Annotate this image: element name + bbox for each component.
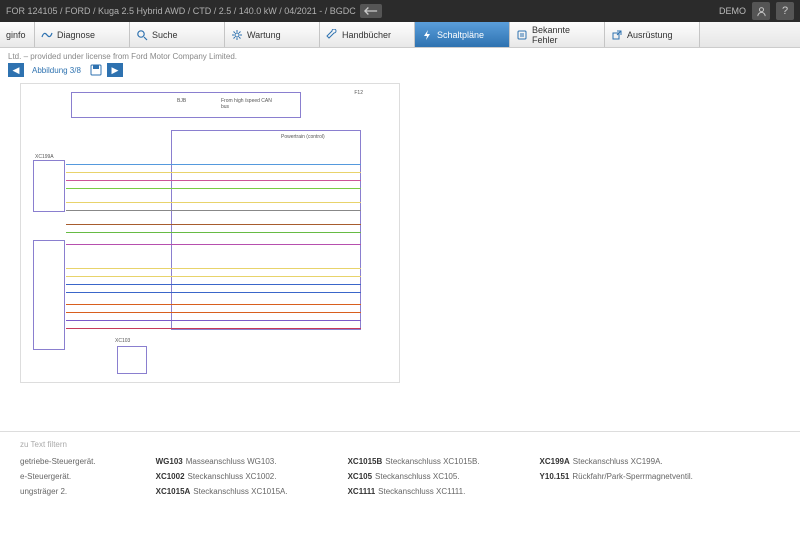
wire bbox=[66, 202, 361, 203]
pager-label: Abbildung 3/8 bbox=[28, 66, 85, 75]
top-bar: FOR 124105 / FORD / Kuga 2.5 Hybrid AWD … bbox=[0, 0, 800, 22]
breadcrumb-text: FOR 124105 / FORD / Kuga 2.5 Hybrid AWD … bbox=[6, 6, 356, 16]
wire bbox=[66, 328, 361, 329]
wire bbox=[66, 312, 361, 313]
back-arrow-icon bbox=[364, 6, 378, 16]
external-icon bbox=[611, 29, 623, 41]
legend-item: Y10.151Rückfahr/Park-Sperrmagnetventil. bbox=[540, 472, 693, 481]
tab-label: Wartung bbox=[247, 30, 281, 40]
tab-schaltplaene[interactable]: Schaltpläne bbox=[415, 22, 510, 47]
wire bbox=[66, 232, 361, 233]
tab-diagnose[interactable]: Diagnose bbox=[35, 22, 130, 47]
tab-label: Schaltpläne bbox=[437, 30, 484, 40]
tab-label: Handbücher bbox=[342, 30, 391, 40]
save-icon bbox=[90, 64, 102, 76]
wire bbox=[66, 172, 361, 173]
breadcrumb-back-button[interactable] bbox=[360, 4, 382, 18]
legend-section: zu Text filtern getriebe-Steuergerät. e-… bbox=[0, 431, 800, 504]
xc199a-label: XC199A bbox=[35, 154, 54, 160]
diagnose-icon bbox=[41, 29, 53, 41]
wiring-diagram[interactable]: BJB F12 From high /speed CAN bus Powertr… bbox=[20, 83, 400, 383]
left-connector-box bbox=[33, 160, 65, 212]
gear-icon bbox=[231, 29, 243, 41]
filter-input[interactable]: zu Text filtern bbox=[20, 440, 780, 449]
legend-col: getriebe-Steuergerät. e-Steuergerät. ung… bbox=[20, 457, 96, 496]
wire bbox=[66, 180, 361, 181]
bjb-label: BJB bbox=[177, 98, 186, 104]
wire bbox=[66, 164, 361, 165]
wire bbox=[66, 268, 361, 269]
user-button[interactable] bbox=[752, 2, 770, 20]
book-icon bbox=[516, 29, 528, 41]
wire bbox=[66, 244, 361, 245]
wire bbox=[66, 320, 361, 321]
tab-label: Bekannte Fehler bbox=[532, 25, 598, 45]
legend-grid: getriebe-Steuergerät. e-Steuergerät. ung… bbox=[20, 457, 780, 496]
wire bbox=[66, 284, 361, 285]
tab-suche[interactable]: Suche bbox=[130, 22, 225, 47]
tab-label: Suche bbox=[152, 30, 178, 40]
help-button[interactable]: ? bbox=[776, 2, 794, 20]
legend-item: XC105Steckanschluss XC105. bbox=[348, 472, 480, 481]
diagram-area: BJB F12 From high /speed CAN bus Powertr… bbox=[0, 79, 800, 391]
xc103-label: XC103 bbox=[115, 338, 130, 344]
legend-item: WG103Masseanschluss WG103. bbox=[156, 457, 288, 466]
save-image-button[interactable] bbox=[89, 64, 103, 76]
signal-label: From high /speed CAN bus bbox=[221, 98, 281, 110]
wire bbox=[66, 224, 361, 225]
legend-item: XC1111Steckanschluss XC1111. bbox=[348, 487, 480, 496]
legend-col: WG103Masseanschluss WG103. XC1002Steckan… bbox=[156, 457, 288, 496]
legend-item: XC1002Steckanschluss XC1002. bbox=[156, 472, 288, 481]
legend-item: XC199ASteckanschluss XC199A. bbox=[540, 457, 693, 466]
wire bbox=[66, 276, 361, 277]
pcm-title: Powertrain (control) bbox=[281, 134, 341, 140]
demo-label: DEMO bbox=[719, 6, 746, 16]
wire bbox=[66, 292, 361, 293]
vehicle-breadcrumb: FOR 124105 / FORD / Kuga 2.5 Hybrid AWD … bbox=[6, 4, 382, 18]
tab-bekannte-fehler[interactable]: Bekannte Fehler bbox=[510, 22, 605, 47]
tab-ausruestung[interactable]: Ausrüstung bbox=[605, 22, 700, 47]
tab-label: Ausrüstung bbox=[627, 30, 673, 40]
search-icon bbox=[136, 29, 148, 41]
legend-item: XC1015BSteckanschluss XC1015B. bbox=[348, 457, 480, 466]
tab-wartung[interactable]: Wartung bbox=[225, 22, 320, 47]
bottom-connector bbox=[117, 346, 147, 374]
bolt-icon bbox=[421, 29, 433, 41]
license-text: Ltd. – provided under license from Ford … bbox=[0, 48, 800, 61]
main-tabs: ginfo Diagnose Suche Wartung Handbücher … bbox=[0, 22, 800, 48]
pager-next-button[interactable]: ▶ bbox=[107, 63, 123, 77]
pager-prev-button[interactable]: ◀ bbox=[8, 63, 24, 77]
wire bbox=[66, 210, 361, 211]
legend-col: XC199ASteckanschluss XC199A. Y10.151Rück… bbox=[540, 457, 693, 496]
tcm-box bbox=[33, 240, 65, 350]
legend-item: ungsträger 2. bbox=[20, 487, 96, 496]
wire bbox=[66, 188, 361, 189]
legend-item: e-Steuergerät. bbox=[20, 472, 96, 481]
tab-label: ginfo bbox=[6, 30, 26, 40]
user-icon bbox=[756, 6, 767, 17]
f12-label: F12 bbox=[354, 90, 363, 96]
tab-label: Diagnose bbox=[57, 30, 95, 40]
wrench-icon bbox=[326, 29, 338, 41]
image-pager: ◀ Abbildung 3/8 ▶ bbox=[0, 61, 800, 79]
tab-info[interactable]: ginfo bbox=[0, 22, 35, 47]
tab-handbuecher[interactable]: Handbücher bbox=[320, 22, 415, 47]
legend-item: getriebe-Steuergerät. bbox=[20, 457, 96, 466]
pcm-box bbox=[171, 130, 361, 330]
wire bbox=[66, 304, 361, 305]
top-right-controls: DEMO ? bbox=[719, 2, 794, 20]
legend-col: XC1015BSteckanschluss XC1015B. XC105Stec… bbox=[348, 457, 480, 496]
legend-item: XC1015ASteckanschluss XC1015A. bbox=[156, 487, 288, 496]
